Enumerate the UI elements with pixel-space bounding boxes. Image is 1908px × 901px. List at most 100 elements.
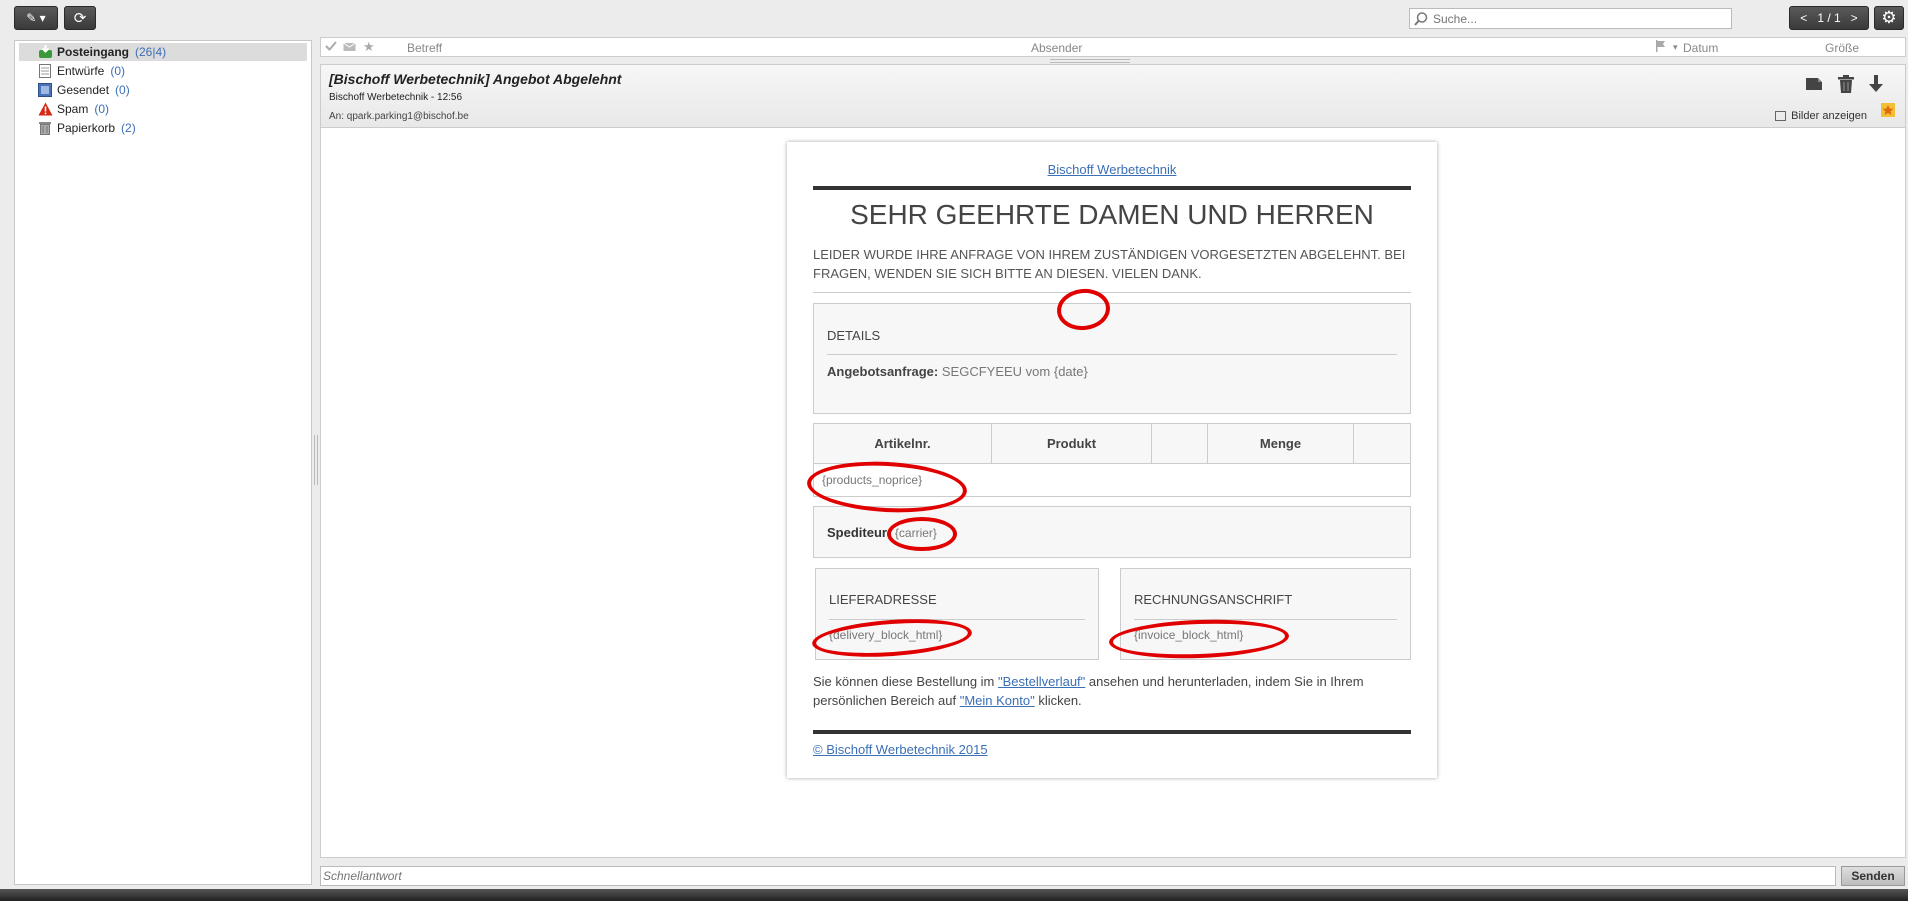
message-header: [Bischoff Werbetechnik] Angebot Abgelehn… xyxy=(320,64,1906,128)
column-sender[interactable]: Absender xyxy=(1031,41,1082,55)
sent-icon xyxy=(37,83,53,97)
invoice-title: RECHNUNGSANSCHRIFT xyxy=(1134,592,1293,607)
request-number: SEGCFYEEU xyxy=(941,364,1023,379)
folder-trash[interactable]: Papierkorb (2) xyxy=(19,119,307,137)
carrier-label: Spediteur: xyxy=(827,525,892,540)
gear-icon: ⚙ xyxy=(1881,8,1897,27)
image-icon xyxy=(1775,111,1787,121)
inbox-icon xyxy=(37,45,53,59)
folder-spam[interactable]: Spam (0) xyxy=(19,100,307,118)
message-subject: [Bischoff Werbetechnik] Angebot Abgelehn… xyxy=(329,71,622,87)
folder-count: (0) xyxy=(115,83,130,97)
annotation-circle-carrier xyxy=(887,517,957,551)
folder-label: Entwürfe xyxy=(57,64,105,78)
delete-button[interactable] xyxy=(1835,73,1857,95)
message-list-header: ★ Betreff Absender ▾ Datum Größe xyxy=(320,37,1906,57)
download-arrow-icon xyxy=(1869,75,1883,92)
outro-text: Sie können diese Bestellung im xyxy=(813,674,999,689)
reply-button[interactable] xyxy=(1803,73,1825,95)
folder-drafts[interactable]: Entwürfe (0) xyxy=(19,62,307,80)
refresh-button[interactable]: ⟳ xyxy=(64,6,96,30)
table-header: Produkt xyxy=(992,424,1152,463)
column-date[interactable]: Datum xyxy=(1683,41,1718,55)
divider xyxy=(1134,619,1397,620)
email-heading: SEHR GEEHRTE DAMEN UND HERREN xyxy=(850,199,1374,230)
compose-icon: ✎ ▾ xyxy=(26,11,46,25)
search-input[interactable] xyxy=(1431,10,1725,27)
show-images-toggle[interactable]: Bilder anzeigen xyxy=(1775,110,1867,122)
horizontal-splitter[interactable] xyxy=(320,57,1906,64)
outro-text: klicken. xyxy=(1034,693,1082,708)
drafts-icon xyxy=(37,64,53,78)
bottom-divider xyxy=(813,730,1411,734)
star-badge-icon xyxy=(1881,103,1895,117)
folder-label: Papierkorb xyxy=(57,121,116,135)
settings-button[interactable]: ⚙ xyxy=(1874,6,1904,30)
splitter-grip xyxy=(1050,59,1130,63)
folder-count: (2) xyxy=(121,121,136,135)
folder-count: (26|4) xyxy=(135,45,167,59)
folder-sent[interactable]: Gesendet (0) xyxy=(19,81,307,99)
details-panel: DETAILS Angebotsanfrage: SEGCFYEEU vom {… xyxy=(813,303,1411,414)
sort-arrow-icon[interactable]: ▾ xyxy=(1673,42,1678,53)
reply-icon xyxy=(1806,78,1822,90)
folder-label: Gesendet xyxy=(57,83,110,97)
quick-reply-field[interactable] xyxy=(320,866,1836,886)
table-header: Artikelnr. xyxy=(814,424,992,463)
email-content-card: Bischoff Werbetechnik SEHR GEEHRTE DAMEN… xyxy=(787,142,1437,778)
pager-text: 1 / 1 xyxy=(1817,11,1841,25)
details-title: DETAILS xyxy=(827,328,881,343)
star-icon[interactable]: ★ xyxy=(363,39,375,55)
divider xyxy=(827,354,1397,355)
column-size[interactable]: Größe xyxy=(1825,41,1859,55)
top-toolbar: ✎ ▾ ⟳ < 1 / 1 > ⚙ xyxy=(0,0,1908,36)
search-field[interactable] xyxy=(1409,8,1732,29)
brand-link[interactable]: Bischoff Werbetechnik xyxy=(813,162,1411,177)
message-recipient: An: qpark.parking1@bischof.be xyxy=(329,111,469,122)
search-icon xyxy=(1414,11,1428,26)
request-date: {date} xyxy=(1053,364,1088,379)
message-sender-time: Bischoff Werbetechnik - 12:56 xyxy=(329,92,463,103)
my-account-link[interactable]: "Mein Konto" xyxy=(960,693,1035,708)
splitter-grip xyxy=(314,435,318,485)
delivery-title: LIEFERADRESSE xyxy=(829,592,937,607)
spam-warning-icon xyxy=(37,102,53,116)
sender-info-button[interactable] xyxy=(1881,103,1895,117)
request-from-word: vom xyxy=(1025,364,1051,379)
request-label: Angebotsanfrage: xyxy=(827,364,939,379)
folder-sidebar: Posteingang (26|4) Entwürfe (0) Gesendet… xyxy=(14,40,312,885)
envelope-icon[interactable] xyxy=(343,40,356,55)
email-outro: Sie können diese Bestellung im "Bestellv… xyxy=(813,672,1411,710)
pager-prev-button[interactable]: < xyxy=(1800,11,1807,25)
refresh-icon: ⟳ xyxy=(73,10,87,27)
quick-reply-input[interactable] xyxy=(321,867,1825,885)
trash-icon xyxy=(37,121,53,135)
show-images-label: Bilder anzeigen xyxy=(1791,110,1867,122)
table-header xyxy=(1354,424,1410,463)
top-divider xyxy=(813,186,1411,190)
copyright-link[interactable]: © Bischoff Werbetechnik 2015 xyxy=(813,742,1411,757)
divider xyxy=(813,292,1411,293)
download-button[interactable] xyxy=(1865,73,1887,95)
table-header xyxy=(1152,424,1208,463)
window-bottom-edge xyxy=(0,889,1908,901)
order-history-link[interactable]: "Bestellverlauf" xyxy=(998,674,1085,689)
table-header: Menge xyxy=(1208,424,1354,463)
flag-icon[interactable] xyxy=(1655,40,1667,55)
folder-count: (0) xyxy=(94,102,110,116)
compose-button[interactable]: ✎ ▾ xyxy=(14,6,58,30)
email-intro: LEIDER WURDE IHRE ANFRAGE VON IHREM ZUST… xyxy=(813,247,1406,281)
trash-icon xyxy=(1838,75,1854,93)
divider xyxy=(829,619,1085,620)
request-line: Angebotsanfrage: SEGCFYEEU vom {date} xyxy=(827,364,1088,379)
column-subject[interactable]: Betreff xyxy=(407,41,442,55)
folder-label: Posteingang xyxy=(57,45,130,59)
folder-inbox[interactable]: Posteingang (26|4) xyxy=(19,43,307,61)
pager-next-button[interactable]: > xyxy=(1851,11,1858,25)
pager: < 1 / 1 > xyxy=(1789,6,1869,30)
folder-count: (0) xyxy=(110,64,126,78)
send-button[interactable]: Senden xyxy=(1841,866,1905,886)
folder-label: Spam xyxy=(57,102,89,116)
check-icon[interactable] xyxy=(325,40,337,55)
vertical-splitter[interactable] xyxy=(312,40,318,885)
